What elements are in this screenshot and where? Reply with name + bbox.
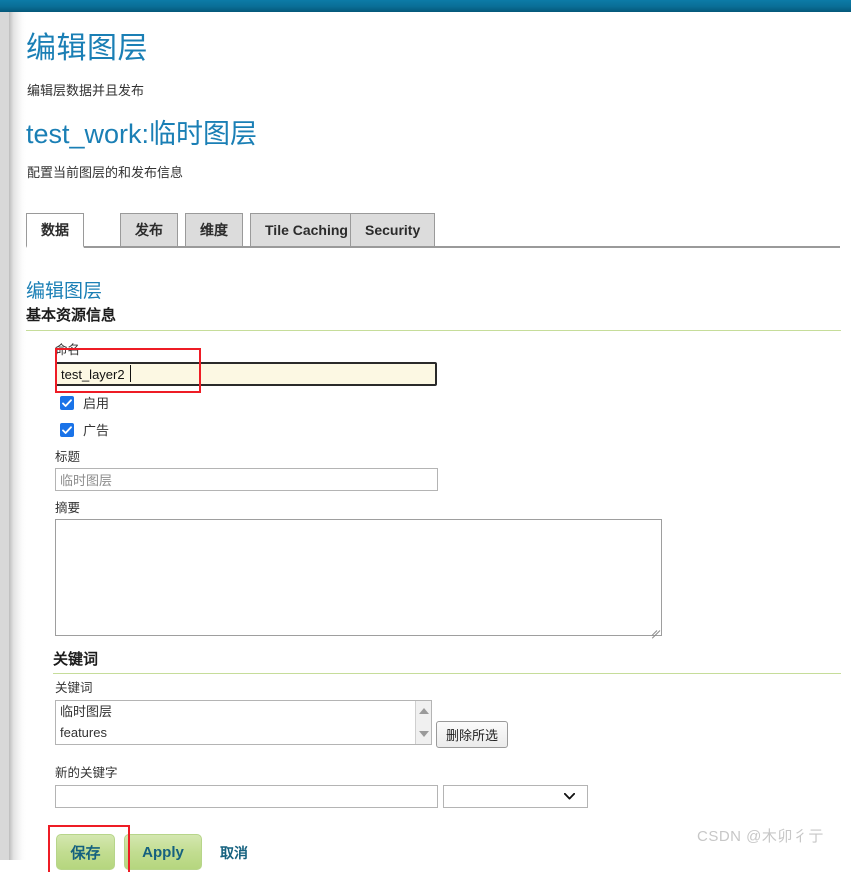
title-input[interactable] (55, 468, 438, 491)
top-accent-bar (0, 0, 851, 12)
keywords-listbox[interactable]: 临时图层 features (55, 700, 432, 745)
keywords-scrollbar[interactable] (415, 701, 431, 744)
tab-publish[interactable]: 发布 (120, 213, 178, 246)
title-label: 标题 (55, 450, 81, 464)
text-caret (130, 365, 131, 382)
checkbox-checked-icon[interactable] (60, 396, 74, 410)
remove-selected-button[interactable]: 删除所选 (436, 721, 509, 748)
edit-layer-section-link[interactable]: 编辑图层 (26, 280, 102, 304)
keywords-heading: 关键词 (53, 651, 99, 668)
tab-dimension[interactable]: 维度 (185, 213, 243, 246)
keywords-rule (53, 673, 841, 674)
left-gutter (0, 12, 9, 860)
abstract-textarea[interactable] (55, 519, 662, 636)
checkbox-checked-icon[interactable] (60, 423, 74, 437)
page-subtitle: 编辑层数据并且发布 (27, 83, 145, 98)
name-label: 命名 (55, 343, 81, 357)
keyword-list-item[interactable]: 临时图层 (56, 701, 431, 722)
keyword-vocabulary-select[interactable] (443, 785, 588, 808)
basic-info-heading: 基本资源信息 (26, 307, 117, 324)
resource-title: test_work:临时图层 (26, 119, 258, 149)
save-button[interactable]: 保存 (56, 834, 115, 870)
keywords-list-label: 关键词 (55, 681, 93, 695)
cancel-link[interactable]: 取消 (220, 843, 248, 863)
name-input[interactable] (55, 362, 437, 386)
tab-security[interactable]: Security (350, 213, 436, 246)
resource-subtitle: 配置当前图层的和发布信息 (27, 165, 184, 180)
new-keyword-label: 新的关键字 (55, 766, 118, 780)
chevron-down-icon (564, 793, 575, 800)
tab-data[interactable]: 数据 (26, 213, 84, 248)
apply-button[interactable]: Apply (124, 834, 202, 870)
watermark: CSDN @木卯彳亍 (697, 828, 824, 845)
enabled-checkbox-label: 启用 (83, 396, 110, 411)
keyword-list-item[interactable]: features (56, 722, 431, 743)
basic-info-rule (26, 330, 841, 331)
advertised-checkbox-label: 广告 (83, 423, 110, 438)
check-icon (62, 426, 72, 434)
check-icon (62, 399, 72, 407)
abstract-label: 摘要 (55, 501, 81, 515)
scroll-down-arrow-icon[interactable] (419, 731, 429, 737)
tab-tile-caching[interactable]: Tile Caching (250, 213, 363, 246)
new-keyword-input[interactable] (55, 785, 438, 808)
left-gutter-shadow (9, 12, 26, 860)
content-panel: 编辑图层 编辑层数据并且发布 test_work:临时图层 配置当前图层的和发布… (26, 12, 851, 872)
scroll-up-arrow-icon[interactable] (419, 708, 429, 714)
tab-bar: 数据 发布 维度 Tile Caching Security (26, 213, 851, 248)
page-title: 编辑图层 (26, 32, 148, 65)
